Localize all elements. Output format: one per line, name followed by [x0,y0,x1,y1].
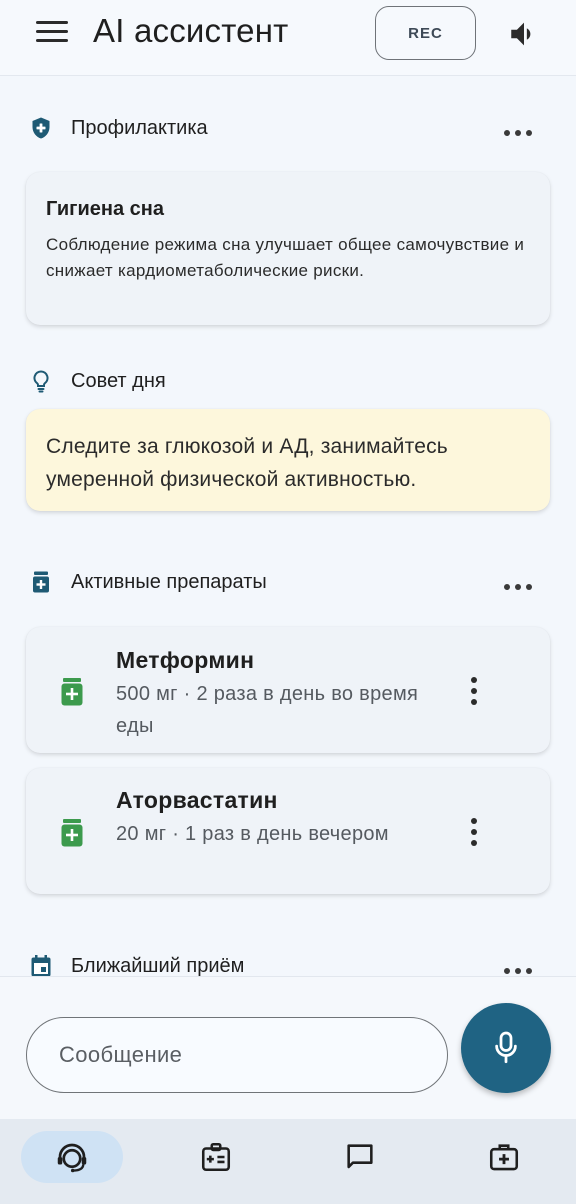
medication-card[interactable]: Аторвастатин 20 мг · 1 раз в день вечеро… [26,768,550,894]
prevention-card[interactable]: Гигиена сна Соблюдение режима сна улучша… [26,172,550,325]
nav-item-medical-kit[interactable] [471,1131,537,1183]
medical-card-icon [201,1142,231,1172]
medication-dose: 20 мг · 1 раз в день вечером [116,823,389,845]
nav-item-assistant[interactable] [21,1131,123,1183]
medication-name: Метформин [116,647,255,673]
nav-item-medical-card[interactable] [183,1131,249,1183]
section-title: Ближайший приём [71,955,245,976]
mic-button[interactable] [461,1003,551,1093]
shield-plus-icon [29,116,53,140]
support-agent-icon [57,1143,87,1173]
section-header-appointment: Ближайший приём [0,946,576,976]
calendar-icon [29,954,53,976]
tip-text: Следите за глюкозой и АД, занимайтесь ум… [46,435,448,491]
medication-icon [60,678,84,706]
bottom-navigation [0,1119,576,1204]
medication-icon [29,570,53,594]
chat-icon [347,1144,373,1169]
nav-item-chat[interactable] [327,1131,393,1183]
section-title: Профилактика [71,117,208,139]
record-button[interactable]: REC [375,6,476,60]
more-options-icon[interactable] [503,124,533,136]
volume-icon[interactable] [507,17,541,51]
medication-icon [60,819,84,847]
app-title: AI ассистент [93,12,289,49]
medication-dose: 500 мг · 2 раза в день во время еды [116,683,419,737]
medication-name: Аторвастатин [116,787,278,813]
card-text: Соблюдение режима сна улучшает общее сам… [46,235,525,280]
section-title: Совет дня [71,370,166,392]
message-input[interactable] [26,1017,448,1093]
section-header-medications: Активные препараты [0,562,576,602]
more-vert-icon[interactable] [464,817,484,847]
medication-card[interactable]: Метформин 500 мг · 2 раза в день во врем… [26,627,550,753]
medical-kit-icon [489,1144,519,1171]
section-title: Активные препараты [71,571,267,593]
section-header-prevention: Профилактика [0,108,576,148]
more-options-icon[interactable] [503,578,533,590]
menu-icon[interactable] [36,21,68,47]
tip-card: Следите за глюкозой и АД, занимайтесь ум… [26,409,550,511]
message-composer [0,977,576,1119]
section-header-tip: Совет дня [0,361,576,401]
lightbulb-icon [29,369,53,393]
microphone-icon [495,1031,517,1064]
more-vert-icon[interactable] [464,676,484,706]
top-app-bar: AI ассистент REC [0,0,576,76]
more-options-icon[interactable] [503,962,533,974]
card-title: Гигиена сна [46,198,164,220]
